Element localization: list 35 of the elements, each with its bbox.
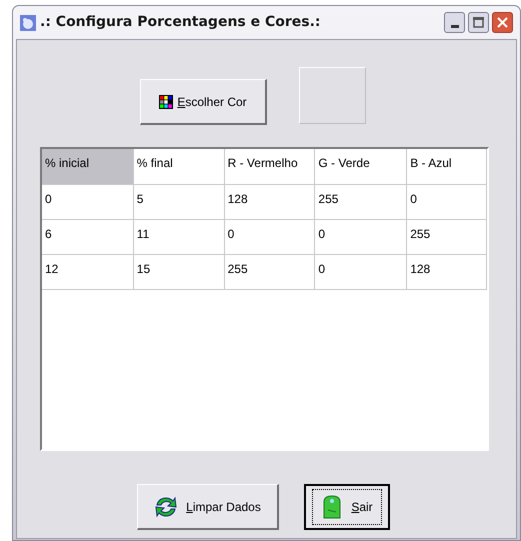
clear-data-button[interactable]: Limpar Dados [137,484,279,530]
table-cell: 255 [315,185,408,220]
color-preview [299,67,366,124]
column-header[interactable]: R - Vermelho [224,149,316,185]
column-header[interactable]: % final [134,149,225,185]
maximize-icon [473,17,484,28]
table-cell: 128 [407,255,488,290]
close-icon [497,17,508,28]
close-button[interactable] [492,12,513,33]
column-header[interactable]: B - Azul [407,149,488,185]
table-cell: 0 [315,255,408,290]
column-header[interactable]: % inicial [42,149,134,185]
table-cell: 0 [42,185,134,220]
table-cell: 12 [42,255,134,290]
table-cell: 0 [224,220,316,255]
minimize-button[interactable] [444,12,465,33]
table-cell: 255 [224,255,316,290]
table-cell: 15 [134,255,225,290]
refresh-icon [154,496,178,518]
table-cell: 6 [42,220,134,255]
table-cell: 255 [407,220,488,255]
window-title: .: Configura Porcentagens e Cores.: [40,13,321,32]
minimize-icon [450,25,458,28]
column-header[interactable]: G - Verde [315,149,408,185]
table-cell: 128 [224,185,316,220]
door-icon [321,494,344,520]
app-icon [20,14,36,30]
table-cell: 0 [407,185,488,220]
choose-color-button[interactable]: Escolher Cor [140,79,267,125]
exit-button[interactable]: Sair [304,484,390,530]
table-cell: 5 [134,185,225,220]
table-cell: 11 [134,220,225,255]
table-cell: 0 [315,220,408,255]
color-grid-icon [159,94,174,108]
maximize-button[interactable] [468,12,489,33]
